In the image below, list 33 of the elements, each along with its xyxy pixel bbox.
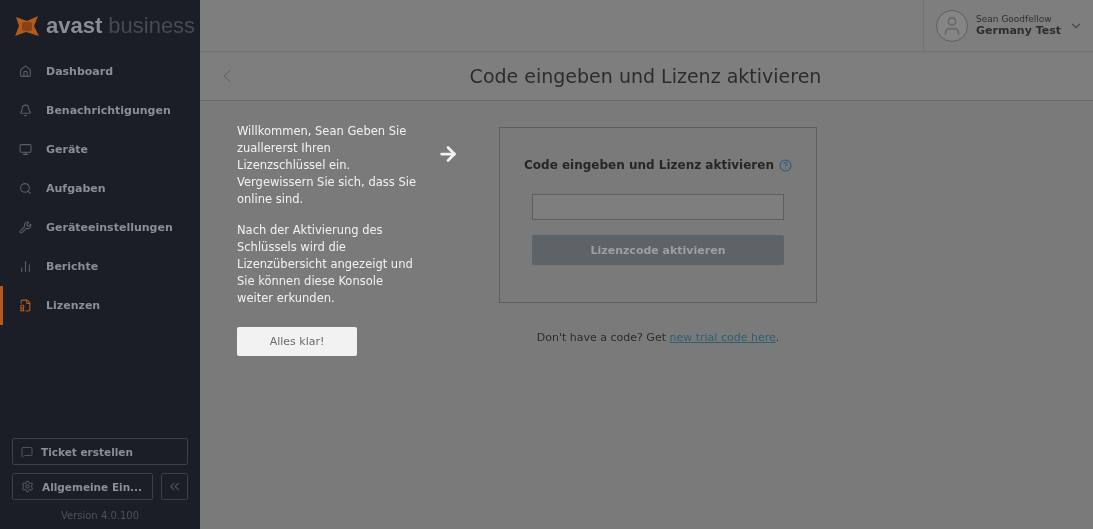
logo-word: avast: [46, 13, 103, 39]
arrow-right-icon: [437, 143, 459, 165]
chat-icon: [21, 445, 33, 458]
monitor-icon: [19, 143, 32, 156]
settings-icon: [21, 480, 34, 493]
home-icon: [19, 65, 32, 78]
certificate-icon: [19, 299, 32, 312]
search-icon: [19, 182, 32, 195]
welcome-text: Willkommen, Sean Geben Sie zuallererst Ihren Lizenzschlüssel ein. Vergewissern Sie sich, dass Sie online sind.: [237, 123, 417, 208]
sidebar-item[interactable]: Berichte: [0, 247, 200, 286]
wrench-icon: [19, 221, 32, 234]
help-icon[interactable]: [779, 158, 792, 172]
user-name: Sean Goodfellow: [976, 14, 1053, 24]
sidebar-item[interactable]: Aufgaben: [0, 169, 200, 208]
collapse-button[interactable]: [161, 473, 188, 500]
trial-text: Don't have a code? Get new trial code here.: [536, 331, 780, 344]
ticket-button[interactable]: Ticket erstellen: [12, 438, 188, 465]
settings-button[interactable]: Allgemeine Ein...: [12, 473, 153, 500]
bell-icon: [19, 104, 32, 117]
logo-icon: [14, 15, 40, 37]
ok-button[interactable]: Alles klar!: [237, 327, 357, 356]
card-heading: Code eingeben und Lizenz aktivieren: [524, 158, 774, 172]
sidebar-item[interactable]: Benachrichtigungen: [0, 91, 200, 130]
avatar-icon: [936, 9, 969, 42]
bar-chart-icon: [19, 260, 32, 273]
user-menu[interactable]: Sean Goodfellow Germany Test: [923, 0, 1093, 51]
page-title: Code eingeben und Lizenz aktivieren: [468, 65, 823, 87]
sidebar-item[interactable]: Geräteeinstellungen: [0, 208, 200, 247]
welcome-text: Nach der Aktivierung des Schlüssels wird die Lizenzübersicht angezeigt und Sie können diese Konsole weiter erkunden.: [237, 222, 414, 307]
code-input-field[interactable]: [532, 194, 784, 220]
company-name: Germany Test: [976, 24, 1061, 37]
sidebar-item[interactable]: Geräte: [0, 130, 200, 169]
sidebar-item[interactable]: Dashboard: [0, 52, 200, 91]
